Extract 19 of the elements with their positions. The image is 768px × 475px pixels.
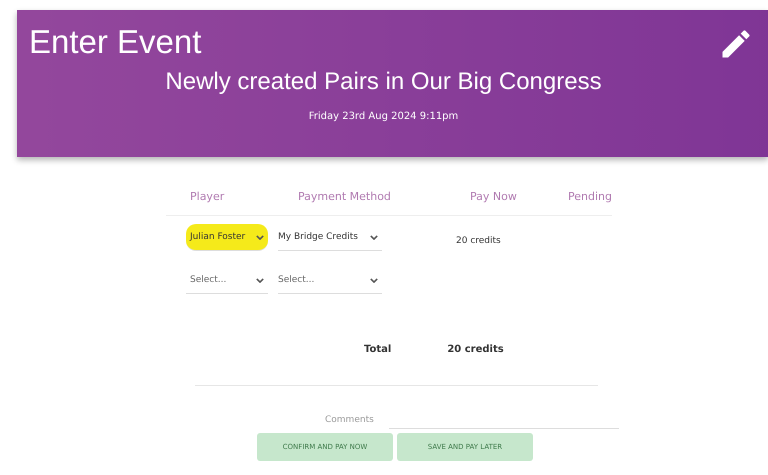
- page-title: Enter Event: [29, 22, 202, 62]
- total-value: 20 credits: [447, 344, 504, 355]
- column-header: Pay Now: [469, 190, 518, 202]
- event-name: Newly created Pairs in Our Big Congress: [164, 68, 603, 96]
- table-cell: 20 credits: [456, 236, 501, 246]
- dropdown[interactable]: Select...: [278, 267, 382, 294]
- total-label: Total: [364, 344, 392, 355]
- column-header: Payment Method: [297, 190, 392, 202]
- column-header: Pending: [567, 190, 613, 202]
- comments-label: Comments: [325, 415, 374, 425]
- dropdown[interactable]: My Bridge Credits: [278, 224, 382, 251]
- event-date: Friday 23rd Aug 2024 9:11pm: [308, 111, 460, 122]
- column-header: Player: [189, 190, 226, 202]
- dropdown[interactable]: Julian Foster: [186, 224, 268, 251]
- chevron-icon: [370, 234, 378, 240]
- chevron-icon: [256, 234, 264, 240]
- chevron-icon: [256, 278, 264, 282]
- chevron-icon: [370, 278, 378, 282]
- dropdown[interactable]: Select...: [186, 267, 268, 294]
